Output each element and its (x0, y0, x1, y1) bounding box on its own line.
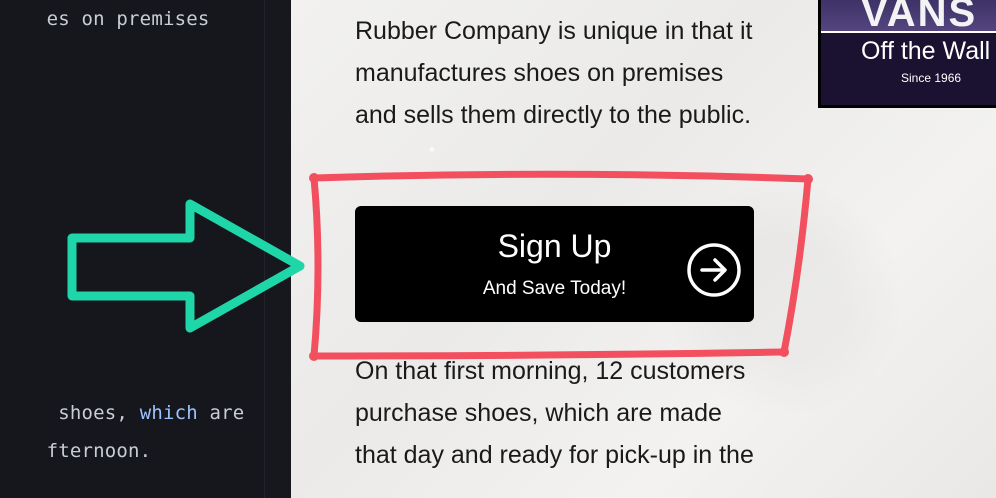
code-line: es on premises (0, 0, 210, 52)
web-page: Rubber Company is unique in that it manu… (291, 0, 996, 498)
logo-tagline: Off the Wall (861, 37, 991, 65)
code-line: fternoon. (0, 418, 152, 484)
arrow-circle-right-icon (687, 243, 741, 297)
code-text: es on premises (46, 8, 210, 30)
code-editor: es on premises shoes, which are fternoon… (0, 0, 264, 498)
sign-up-button[interactable]: Sign Up And Save Today! (355, 206, 754, 322)
intro-paragraph: Rubber Company is unique in that it manu… (355, 17, 753, 129)
code-text: fternoon. (46, 440, 152, 462)
editor-divider (264, 0, 292, 498)
code-text: are (197, 402, 245, 424)
story-paragraph: On that first morning, 12 customers purc… (355, 357, 754, 469)
logo-divider (821, 31, 996, 33)
logo-since: Since 1966 (901, 71, 962, 85)
brand-logo[interactable]: VANS Off the Wall Since 1966 (818, 0, 996, 108)
